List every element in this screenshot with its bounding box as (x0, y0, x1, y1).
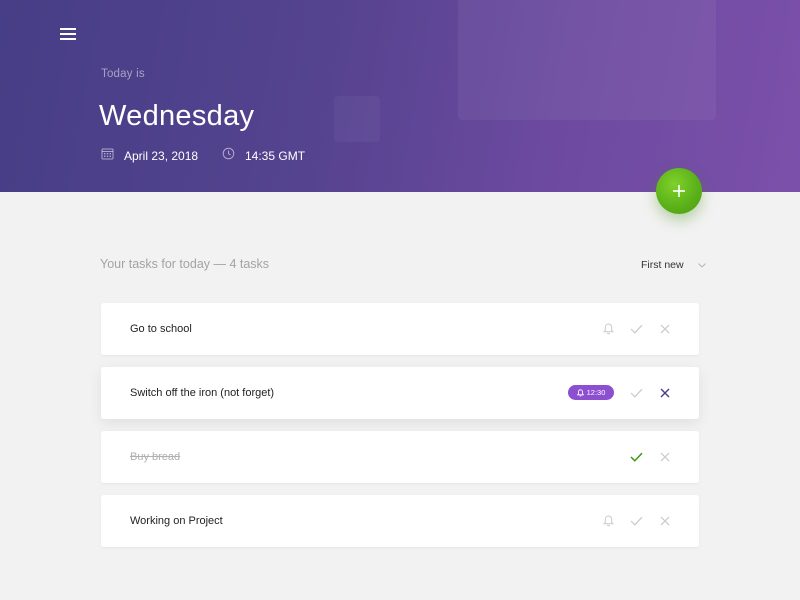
close-icon[interactable] (658, 322, 672, 336)
task-item[interactable]: Switch off the iron (not forget) 12:30 (101, 367, 699, 419)
task-item[interactable]: Go to school (101, 303, 699, 355)
chevron-down-icon (697, 262, 706, 268)
check-icon[interactable] (629, 514, 643, 528)
day-name: Wednesday (99, 100, 255, 132)
plus-icon (673, 185, 685, 197)
bell-icon[interactable] (601, 514, 615, 528)
task-title: Switch off the iron (not forget) (130, 387, 275, 399)
task-title: Working on Project (130, 515, 223, 527)
reminder-badge[interactable]: 12:30 (568, 385, 614, 400)
reminder-time: 12:30 (586, 388, 606, 397)
date-text: April 23, 2018 (124, 149, 199, 163)
check-icon[interactable] (629, 450, 643, 464)
check-icon[interactable] (629, 322, 643, 336)
close-icon[interactable] (658, 514, 672, 528)
sort-dropdown[interactable]: First new (641, 258, 706, 272)
calendar-icon (101, 147, 114, 165)
header: Today is Wednesday April 23, 2018 14:35 … (0, 0, 800, 192)
time-display: 14:35 GMT (222, 147, 305, 165)
decorative-panel (458, 0, 716, 120)
task-title: Buy bread (130, 451, 181, 463)
decorative-square (334, 96, 380, 142)
date-display: April 23, 2018 (101, 147, 198, 165)
add-task-button[interactable] (656, 168, 702, 214)
hamburger-icon (60, 28, 76, 30)
time-text: 14:35 GMT (245, 149, 306, 163)
task-item[interactable]: Buy bread (101, 431, 699, 483)
menu-button[interactable] (58, 24, 80, 42)
close-icon[interactable] (658, 450, 672, 464)
close-icon[interactable] (658, 386, 672, 400)
sort-label: First new (641, 259, 684, 271)
bell-icon (576, 388, 584, 396)
today-label: Today is (101, 68, 145, 80)
clock-icon (222, 147, 235, 165)
check-icon[interactable] (629, 386, 643, 400)
task-item[interactable]: Working on Project (101, 495, 699, 547)
bell-icon[interactable] (601, 322, 615, 336)
tasks-heading: Your tasks for today — 4 tasks (100, 257, 270, 271)
task-title: Go to school (130, 323, 192, 335)
